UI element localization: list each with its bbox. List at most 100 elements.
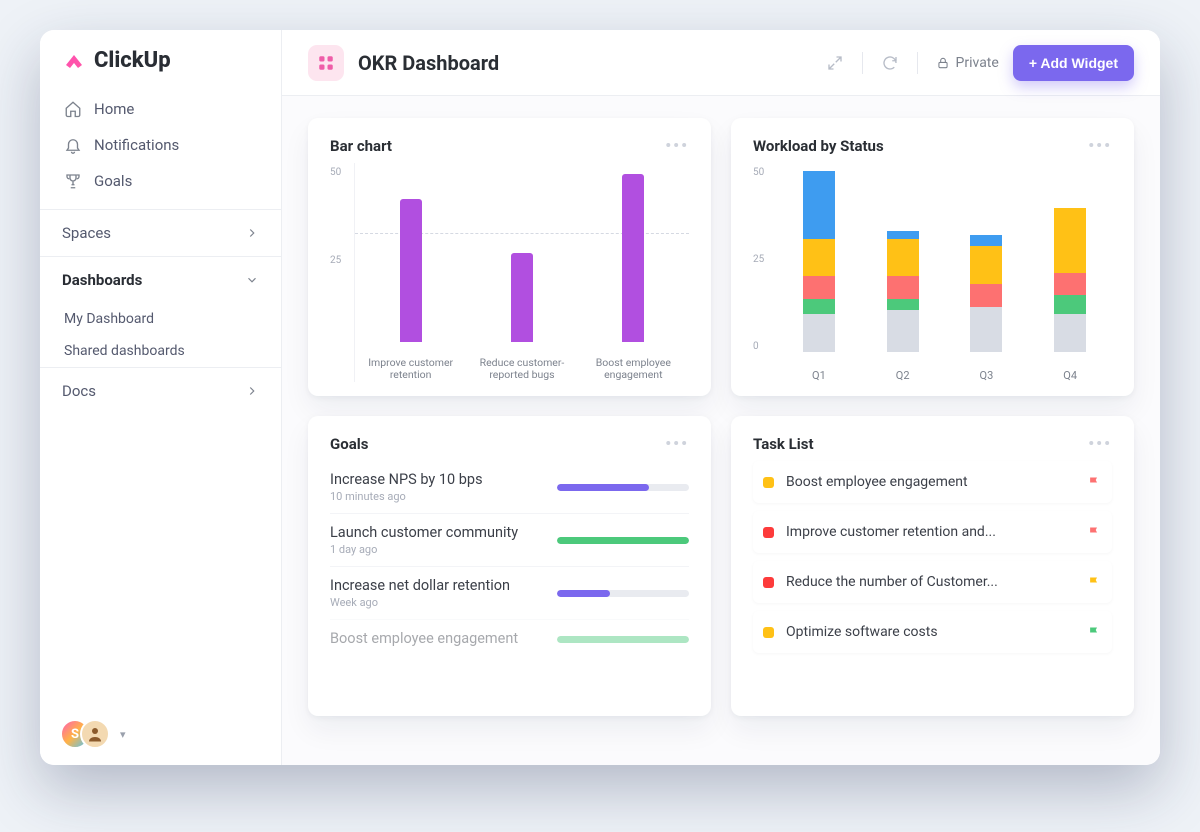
brand-name: ClickUp bbox=[94, 48, 171, 73]
task-title: Improve customer retention and... bbox=[786, 524, 1075, 540]
goal-timestamp: Week ago bbox=[330, 596, 537, 609]
nav-label: Home bbox=[94, 100, 134, 118]
y-tick: 25 bbox=[330, 255, 354, 266]
bell-icon bbox=[64, 136, 82, 154]
chart-bar bbox=[400, 199, 422, 342]
divider bbox=[917, 52, 918, 74]
task-row[interactable]: Improve customer retention and... bbox=[753, 511, 1112, 553]
section-dashboards: Dashboards My Dashboard Shared dashboard… bbox=[40, 256, 281, 367]
stacked-bar bbox=[803, 163, 835, 352]
y-tick: 50 bbox=[753, 167, 777, 178]
grid-icon bbox=[317, 54, 335, 72]
refresh-icon[interactable] bbox=[881, 54, 899, 72]
bar-segment bbox=[803, 299, 835, 314]
task-title: Optimize software costs bbox=[786, 624, 1075, 640]
goal-timestamp: 1 day ago bbox=[330, 543, 537, 556]
section-spaces: Spaces bbox=[40, 209, 281, 256]
goal-row[interactable]: Increase NPS by 10 bps 10 minutes ago bbox=[330, 461, 689, 513]
privacy-indicator[interactable]: Private bbox=[936, 55, 999, 71]
section-label: Spaces bbox=[62, 224, 111, 242]
y-tick: 0 bbox=[753, 341, 777, 352]
avatar bbox=[80, 719, 110, 749]
main: OKR Dashboard Private + Add Widget Bar c… bbox=[282, 30, 1160, 765]
section-docs: Docs bbox=[40, 367, 281, 414]
card-menu-icon[interactable]: ••• bbox=[665, 136, 689, 155]
goal-title: Increase net dollar retention bbox=[330, 577, 537, 594]
expand-icon[interactable] bbox=[826, 54, 844, 72]
nav-home[interactable]: Home bbox=[40, 91, 281, 127]
card-menu-icon[interactable]: ••• bbox=[665, 434, 689, 453]
dashboard-app-icon bbox=[308, 45, 344, 81]
goal-row[interactable]: Increase net dollar retention Week ago bbox=[330, 566, 689, 619]
bar-segment bbox=[1054, 314, 1086, 352]
goal-timestamp: 10 minutes ago bbox=[330, 490, 537, 503]
x-tick-label: Improve customer retention bbox=[366, 357, 456, 382]
chevron-right-icon bbox=[245, 226, 259, 240]
primary-nav: Home Notifications Goals bbox=[40, 81, 281, 209]
x-tick-label: Reduce customer-reported bugs bbox=[477, 357, 567, 382]
flag-icon bbox=[1087, 575, 1102, 590]
bar-segment bbox=[970, 246, 1002, 284]
bar-segment bbox=[803, 276, 835, 299]
clickup-logo-icon bbox=[62, 49, 86, 73]
task-row[interactable]: Boost employee engagement bbox=[753, 461, 1112, 503]
bar-segment bbox=[803, 314, 835, 352]
x-tick-label: Q2 bbox=[896, 369, 910, 382]
stacked-bar-chart: 50 25 0 Q1Q2Q3Q4 bbox=[753, 163, 1112, 382]
plot-area: Q1Q2Q3Q4 bbox=[777, 163, 1112, 382]
chevron-down-icon[interactable]: ▾ bbox=[120, 728, 126, 741]
x-tick-label: Q4 bbox=[1063, 369, 1077, 382]
plot-area: Improve customer retention Reduce custome… bbox=[354, 163, 689, 382]
y-axis: 50 25 0 bbox=[753, 163, 777, 382]
section-head-dashboards[interactable]: Dashboards bbox=[40, 257, 281, 303]
goal-title: Increase NPS by 10 bps bbox=[330, 471, 537, 488]
nav-goals[interactable]: Goals bbox=[40, 163, 281, 199]
sidebar-item-shared-dashboards[interactable]: Shared dashboards bbox=[40, 335, 281, 367]
avatar-stack[interactable]: S bbox=[60, 719, 110, 749]
card-menu-icon[interactable]: ••• bbox=[1088, 434, 1112, 453]
bar-segment bbox=[1054, 295, 1086, 314]
card-title: Task List bbox=[753, 435, 814, 453]
card-title: Bar chart bbox=[330, 137, 392, 155]
bar-segment bbox=[803, 171, 835, 239]
section-label: Dashboards bbox=[62, 271, 142, 289]
bar-segment bbox=[970, 284, 1002, 307]
task-row[interactable]: Reduce the number of Customer... bbox=[753, 561, 1112, 603]
task-title: Reduce the number of Customer... bbox=[786, 574, 1075, 590]
card-workload: Workload by Status ••• 50 25 0 Q1Q2Q3Q4 bbox=[731, 118, 1134, 396]
card-bar-chart: Bar chart ••• 50 25 Improve customer ret… bbox=[308, 118, 711, 396]
section-label: Docs bbox=[62, 382, 96, 400]
section-head-docs[interactable]: Docs bbox=[40, 368, 281, 414]
flag-icon bbox=[1087, 625, 1102, 640]
section-head-spaces[interactable]: Spaces bbox=[40, 210, 281, 256]
flag-icon bbox=[1087, 525, 1102, 540]
bar-segment bbox=[887, 239, 919, 277]
sidebar-item-my-dashboard[interactable]: My Dashboard bbox=[40, 303, 281, 335]
card-task-list: Task List ••• Boost employee engagement I… bbox=[731, 416, 1134, 716]
bar-segment bbox=[887, 231, 919, 239]
task-row[interactable]: Optimize software costs bbox=[753, 611, 1112, 653]
card-goals: Goals ••• Increase NPS by 10 bps 10 minut… bbox=[308, 416, 711, 716]
privacy-label: Private bbox=[956, 55, 999, 71]
stacked-bar bbox=[970, 163, 1002, 352]
chart-bar bbox=[622, 174, 644, 342]
lock-icon bbox=[936, 56, 950, 70]
bar-segment bbox=[970, 235, 1002, 246]
progress-bar bbox=[557, 636, 689, 643]
bar-segment bbox=[970, 307, 1002, 352]
nav-label: Notifications bbox=[94, 136, 179, 154]
progress-bar bbox=[557, 590, 689, 597]
card-menu-icon[interactable]: ••• bbox=[1088, 136, 1112, 155]
goal-row[interactable]: Boost employee engagement bbox=[330, 619, 689, 659]
app-window: ClickUp Home Notifications Goals Spaces bbox=[40, 30, 1160, 765]
nav-notifications[interactable]: Notifications bbox=[40, 127, 281, 163]
goal-row[interactable]: Launch customer community 1 day ago bbox=[330, 513, 689, 566]
goal-title: Launch customer community bbox=[330, 524, 537, 541]
card-title: Goals bbox=[330, 435, 368, 453]
bar-chart: 50 25 Improve customer retention Reduce c… bbox=[330, 163, 689, 382]
add-widget-button[interactable]: + Add Widget bbox=[1013, 45, 1134, 81]
y-tick: 50 bbox=[330, 167, 354, 178]
brand[interactable]: ClickUp bbox=[40, 30, 281, 81]
sidebar-footer: S ▾ bbox=[40, 703, 281, 765]
x-tick-label: Q3 bbox=[980, 369, 994, 382]
